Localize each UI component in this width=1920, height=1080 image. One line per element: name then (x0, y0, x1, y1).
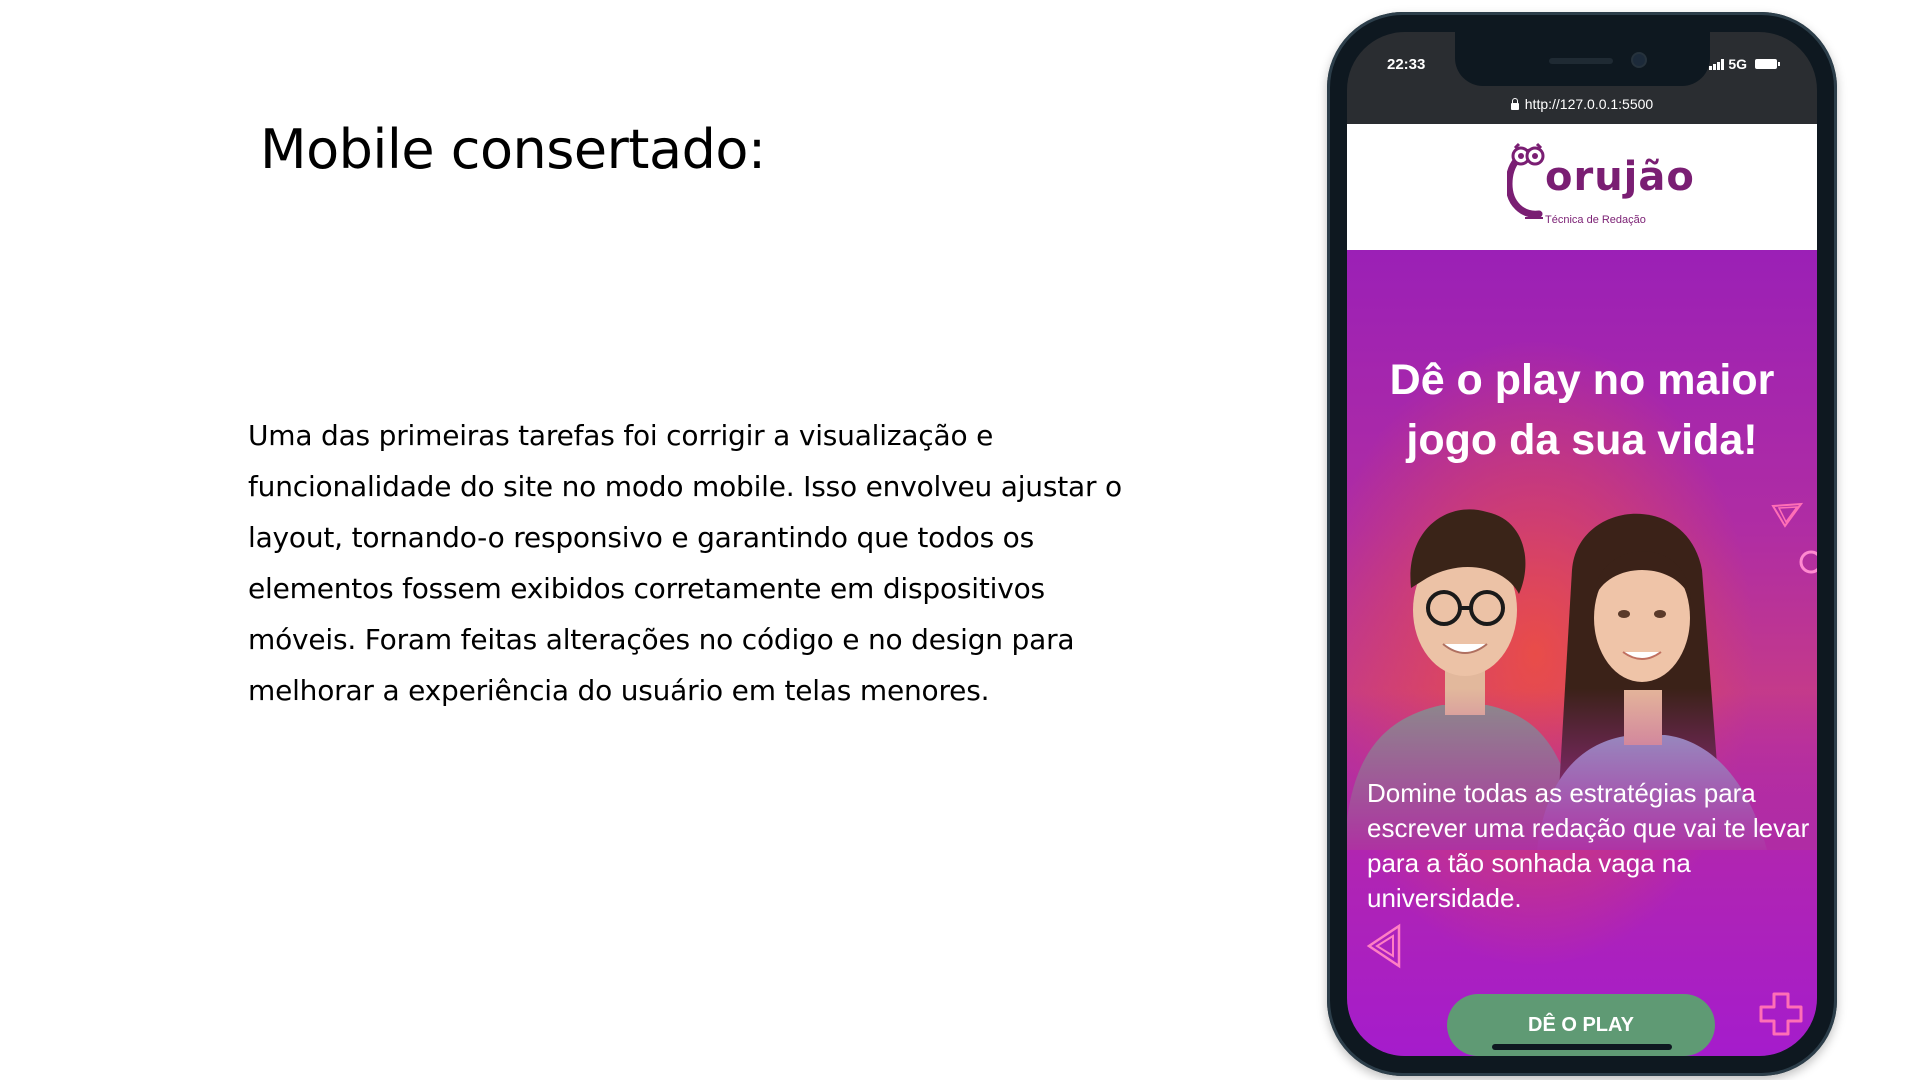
triangle-outline-icon (1771, 502, 1803, 528)
network-label: 5G (1728, 56, 1747, 72)
status-time: 22:33 (1387, 56, 1426, 73)
home-indicator[interactable] (1492, 1044, 1672, 1050)
triangle-left-outline-icon (1366, 923, 1401, 969)
slide-title: Mobile consertado: (260, 118, 766, 181)
speaker-icon (1549, 58, 1613, 64)
signal-icon (1709, 58, 1725, 70)
camera-icon (1633, 54, 1645, 66)
phone-screen: 22:33 5G http://127.0.0.1:5500 orujão Té… (1347, 32, 1817, 1056)
slide-description: Uma das primeiras tarefas foi corrigir a… (248, 419, 1122, 707)
hero-section: Dê o play no maior jogo da sua vida! Dom… (1347, 250, 1817, 1056)
circle-outline-icon (1799, 550, 1817, 574)
plus-outline-icon (1759, 992, 1803, 1036)
logo-wordmark: orujão (1545, 154, 1695, 200)
browser-url-bar[interactable]: http://127.0.0.1:5500 (1347, 96, 1817, 112)
battery-icon (1755, 59, 1780, 69)
phone-notch (1455, 32, 1710, 86)
url-text: http://127.0.0.1:5500 (1524, 96, 1654, 112)
hero-title: Dê o play no maior jogo da sua vida! (1389, 356, 1775, 464)
phone-mockup: 22:33 5G http://127.0.0.1:5500 orujão Té… (1327, 12, 1837, 1076)
lock-icon (1510, 97, 1519, 110)
site-header: orujão Técnica de Redação (1347, 124, 1817, 250)
status-indicators: 5G (1709, 56, 1780, 72)
hero-description: Domine todas as estratégias para escreve… (1367, 778, 1810, 913)
logo-subtitle: Técnica de Redação (1545, 214, 1646, 226)
site-logo[interactable]: orujão Técnica de Redação (1507, 142, 1694, 234)
